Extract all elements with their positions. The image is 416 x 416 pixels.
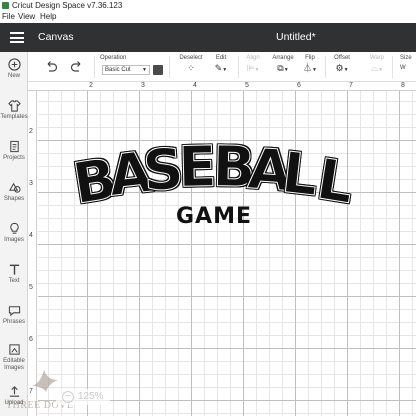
operation-value: Basic Cut <box>105 67 131 73</box>
sidebar-item-text[interactable]: Text <box>0 261 28 299</box>
offset-button[interactable]: Offset ⚙▼ <box>329 55 355 76</box>
ruler-tick-label: 5 <box>29 284 33 291</box>
deselect-icon: ⁘ <box>187 63 195 73</box>
size-group: Size W <box>400 55 416 72</box>
sidebar-item-new[interactable]: New <box>0 56 28 94</box>
warp-button[interactable]: Warp ⌓▼ <box>366 55 388 76</box>
arrange-label: Arrange <box>272 55 294 61</box>
zoom-out-icon[interactable]: − <box>62 391 74 403</box>
color-swatch[interactable] <box>153 65 163 75</box>
plus-circle-icon <box>7 58 21 71</box>
redo-icon <box>70 61 81 72</box>
projects-icon <box>9 140 19 153</box>
flip-label: Flip <box>305 55 315 61</box>
align-icon: ⊫▼ <box>246 63 260 73</box>
chevron-down-icon: ▼ <box>142 67 147 73</box>
ruler-tick-label: 6 <box>29 336 33 343</box>
sidebar-item-shapes[interactable]: Shapes <box>0 179 28 217</box>
sidebar-item-label: Images <box>4 237 24 243</box>
edit-button[interactable]: Edit ✎▼ <box>210 55 232 76</box>
operation-group: Operation <box>100 55 126 62</box>
document-title: Untitled* <box>276 31 316 43</box>
window-title: Cricut Design Space v7.36.123 <box>12 1 123 10</box>
menu-view[interactable]: View <box>18 11 35 23</box>
toolbar-divider <box>392 56 393 78</box>
warp-label: Warp <box>369 55 385 61</box>
deselect-label: Deselect <box>179 55 203 61</box>
undo-button[interactable] <box>44 60 58 78</box>
lightbulb-icon <box>9 222 19 234</box>
edit-label: Edit <box>215 55 227 61</box>
pencil-icon: ✎▼ <box>214 63 228 73</box>
sidebar-item-projects[interactable]: Projects <box>0 138 28 176</box>
operation-select[interactable]: Basic Cut ▼ <box>102 65 150 75</box>
ruler-tick-label: 8 <box>401 82 405 89</box>
zoom-control[interactable]: −125% <box>56 389 110 405</box>
ruler-tick-label: 4 <box>29 232 33 239</box>
zoom-level: 125% <box>78 391 104 402</box>
toolbar-divider <box>325 56 326 78</box>
sidebar-item-label: Projects <box>3 155 25 161</box>
toolbar-divider <box>169 56 170 78</box>
warp-icon: ⌓▼ <box>370 63 384 73</box>
menu-bar: File View Help <box>0 11 416 23</box>
editable-image-icon <box>8 344 20 355</box>
ruler-tick-label: 4 <box>193 82 197 89</box>
ruler-tick-label: 2 <box>89 82 93 89</box>
redo-button[interactable] <box>70 60 84 78</box>
sidebar-item-label: Shapes <box>3 196 25 202</box>
arrange-button[interactable]: Arrange ⧉▼ <box>268 55 298 76</box>
size-width-label: W <box>400 65 406 71</box>
menu-help[interactable]: Help <box>40 11 56 23</box>
sidebar-item-templates[interactable]: Templates <box>0 97 28 135</box>
menu-file[interactable]: File <box>2 11 15 23</box>
window-titlebar: Cricut Design Space v7.36.123 <box>0 0 416 11</box>
align-button[interactable]: Align ⊫▼ <box>242 55 264 76</box>
arrange-icon: ⧉▼ <box>277 63 289 73</box>
section-title: Canvas <box>38 31 74 43</box>
ruler-tick-label: 2 <box>29 128 33 135</box>
toolbar-divider <box>94 56 95 78</box>
sidebar-item-label: New <box>7 73 20 79</box>
size-label: Size <box>400 55 412 61</box>
flip-icon: ⏃▼ <box>303 63 317 73</box>
offset-label: Offset <box>334 55 350 61</box>
shapes-icon <box>8 182 21 193</box>
flip-button[interactable]: Flip ⏃▼ <box>300 55 320 76</box>
undo-icon <box>47 61 58 72</box>
align-label: Align <box>246 55 260 61</box>
app-header: Canvas Untitled* <box>0 23 416 52</box>
offset-icon: ⚙▼ <box>335 63 349 73</box>
sidebar-item-label: Templates <box>0 114 28 120</box>
edit-toolbar: Operation Basic Cut ▼ Deselect ⁘ Edit ✎▼… <box>28 52 416 82</box>
sidebar-item-phrases[interactable]: Phrases <box>0 302 28 340</box>
text-icon <box>9 264 19 275</box>
toolbar-divider <box>238 56 239 78</box>
ruler-tick-label: 3 <box>141 82 145 89</box>
headline-letter: E <box>177 134 218 201</box>
watermark-logo: THREE DOVE <box>4 360 114 416</box>
deselect-button[interactable]: Deselect ⁘ <box>178 55 204 74</box>
hamburger-menu-icon[interactable] <box>10 32 24 43</box>
subtitle-text[interactable]: GAME <box>176 204 252 229</box>
speech-bubble-icon <box>8 306 20 317</box>
top-ruler: 2 3 4 5 6 7 8 <box>28 82 416 91</box>
sidebar-item-label: Phrases <box>2 319 25 325</box>
ruler-tick-label: 6 <box>297 82 301 89</box>
sidebar-item-label: Text <box>8 278 20 284</box>
ruler-tick-label: 3 <box>29 180 33 187</box>
ruler-tick-label: 7 <box>349 82 353 89</box>
shirt-icon <box>7 100 21 112</box>
app-logo-icon <box>2 2 9 9</box>
operation-label: Operation <box>100 55 127 61</box>
sidebar-item-images[interactable]: Images <box>0 220 28 258</box>
ruler-tick-label: 5 <box>245 82 249 89</box>
